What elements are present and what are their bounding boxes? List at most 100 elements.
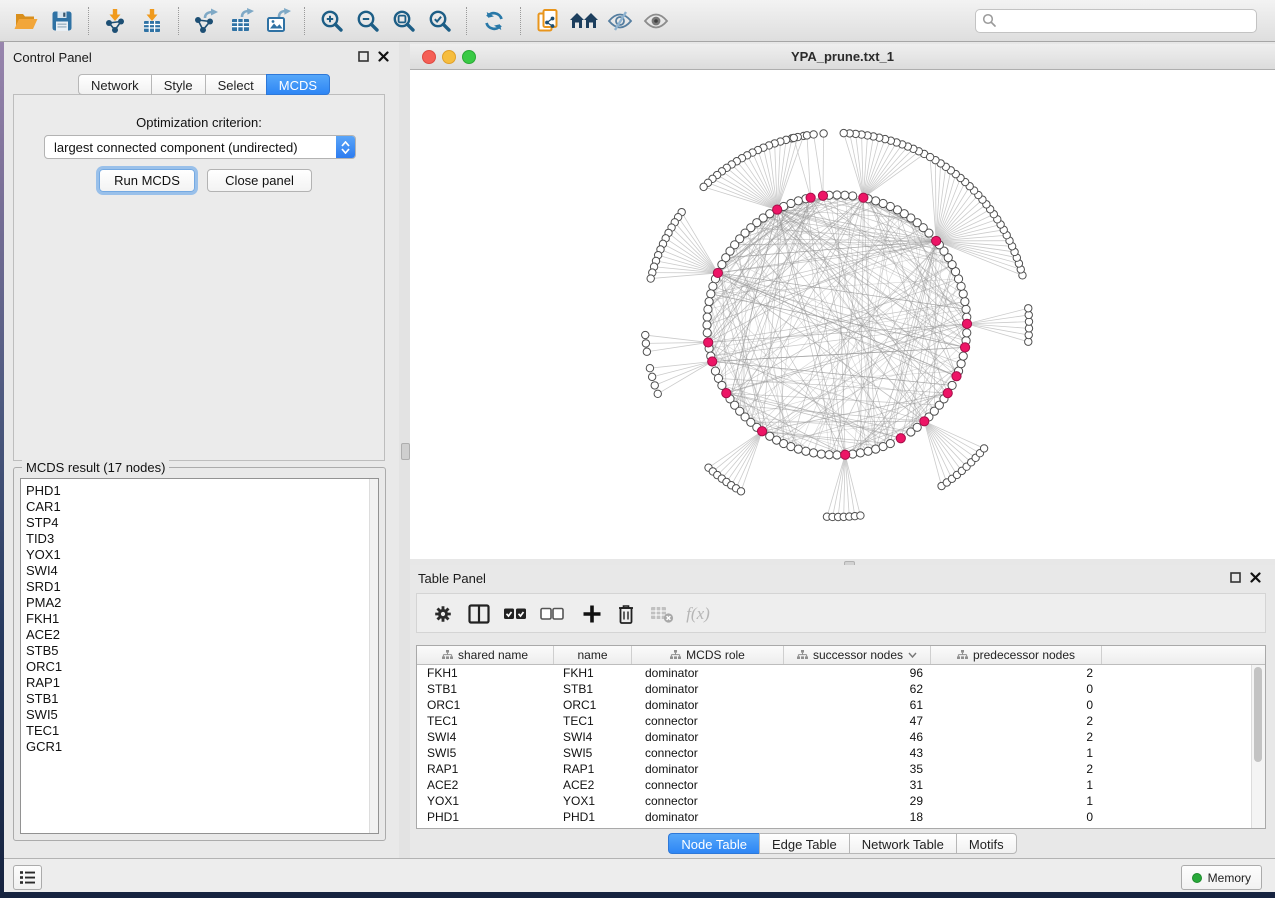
network-node[interactable] [642, 340, 649, 347]
table-row[interactable]: PHD1PHD1dominator180 [417, 809, 1265, 825]
network-hub-node[interactable] [704, 338, 713, 347]
minimize-window-icon[interactable] [442, 50, 456, 64]
network-node[interactable] [980, 445, 987, 452]
zoom-out-icon[interactable] [352, 5, 384, 37]
network-node[interactable] [704, 305, 712, 313]
network-node[interactable] [857, 512, 864, 519]
list-item[interactable]: ACE2 [21, 627, 378, 643]
network-hub-node[interactable] [952, 372, 961, 381]
network-node[interactable] [651, 382, 658, 389]
network-node[interactable] [810, 131, 817, 138]
search-field[interactable] [975, 9, 1257, 33]
maximize-window-icon[interactable] [462, 50, 476, 64]
tab-node-table[interactable]: Node Table [668, 833, 759, 854]
show-columns-icon[interactable] [466, 601, 492, 627]
network-node[interactable] [840, 129, 847, 136]
export-table-icon[interactable] [226, 5, 258, 37]
column-header-successor-nodes[interactable]: successor nodes [784, 646, 931, 664]
list-item[interactable]: TID3 [21, 531, 378, 547]
tab-network-table[interactable]: Network Table [849, 833, 956, 854]
network-hub-node[interactable] [773, 205, 782, 214]
network-node[interactable] [709, 282, 717, 290]
network-node[interactable] [700, 183, 707, 190]
network-canvas[interactable] [410, 70, 1275, 559]
splitter-handle[interactable] [401, 443, 410, 460]
network-node[interactable] [737, 488, 744, 495]
network-hub-node[interactable] [841, 450, 850, 459]
network-node[interactable] [794, 445, 802, 453]
list-item[interactable]: GCR1 [21, 739, 378, 755]
list-item[interactable]: RAP1 [21, 675, 378, 691]
list-item[interactable]: STB1 [21, 691, 378, 707]
optimization-criterion-select[interactable]: largest connected component (undirected) [44, 135, 356, 159]
network-node[interactable] [809, 449, 817, 457]
list-item[interactable]: SWI4 [21, 563, 378, 579]
network-window-titlebar[interactable]: YPA_prune.txt_1 [410, 44, 1275, 70]
refresh-icon[interactable] [478, 5, 510, 37]
table-row[interactable]: SWI4SWI4dominator462 [417, 729, 1265, 745]
vertical-splitter[interactable] [399, 42, 410, 858]
float-panel-icon[interactable] [1230, 572, 1241, 583]
network-node[interactable] [886, 439, 894, 447]
network-hub-node[interactable] [896, 434, 905, 443]
export-image-icon[interactable] [262, 5, 294, 37]
tab-edge-table[interactable]: Edge Table [759, 833, 849, 854]
zoom-fit-icon[interactable] [388, 5, 420, 37]
network-node[interactable] [647, 275, 654, 282]
task-history-button[interactable] [13, 865, 42, 890]
network-node[interactable] [820, 130, 827, 137]
close-window-icon[interactable] [422, 50, 436, 64]
tab-motifs[interactable]: Motifs [956, 833, 1017, 854]
list-item[interactable]: FKH1 [21, 611, 378, 627]
network-node[interactable] [962, 305, 970, 313]
network-node[interactable] [646, 364, 653, 371]
memory-button[interactable]: Memory [1181, 865, 1262, 890]
network-node[interactable] [703, 321, 711, 329]
network-node[interactable] [913, 423, 921, 431]
network-node[interactable] [872, 197, 880, 205]
tab-style[interactable]: Style [151, 74, 205, 95]
network-hub-node[interactable] [962, 319, 971, 328]
network-node[interactable] [841, 191, 849, 199]
gear-icon[interactable] [430, 601, 456, 627]
network-node[interactable] [959, 290, 967, 298]
network-hub-node[interactable] [932, 236, 941, 245]
network-node[interactable] [961, 297, 969, 305]
network-hub-node[interactable] [713, 268, 722, 277]
deselect-all-icon[interactable] [539, 601, 565, 627]
scrollbar-thumb[interactable] [1254, 667, 1262, 762]
network-node[interactable] [963, 329, 971, 337]
table-scrollbar[interactable] [1251, 665, 1265, 828]
open-session-icon[interactable] [10, 5, 42, 37]
network-node[interactable] [833, 191, 841, 199]
list-item[interactable]: YOX1 [21, 547, 378, 563]
list-scrollbar[interactable] [369, 479, 378, 833]
column-header-name[interactable]: name [554, 646, 632, 664]
houses-icon[interactable] [568, 5, 600, 37]
eye-slash-icon[interactable] [604, 5, 636, 37]
table-row[interactable]: TEC1TEC1connector472 [417, 713, 1265, 729]
network-hub-node[interactable] [960, 343, 969, 352]
network-node[interactable] [643, 348, 650, 355]
table-row[interactable]: ACE2ACE2connector311 [417, 777, 1265, 793]
network-hub-node[interactable] [818, 191, 827, 200]
network-hub-node[interactable] [757, 427, 766, 436]
table-row[interactable]: RAP1RAP1dominator352 [417, 761, 1265, 777]
float-panel-icon[interactable] [358, 51, 369, 62]
export-network-icon[interactable] [190, 5, 222, 37]
network-node[interactable] [825, 451, 833, 459]
zoom-selected-icon[interactable] [424, 5, 456, 37]
table-row[interactable]: ORC1ORC1dominator610 [417, 697, 1265, 713]
table-row[interactable]: YOX1YOX1connector291 [417, 793, 1265, 809]
table-row[interactable]: STB1STB1dominator620 [417, 681, 1265, 697]
network-hub-node[interactable] [920, 417, 929, 426]
network-hub-node[interactable] [859, 193, 868, 202]
network-node[interactable] [849, 192, 857, 200]
list-item[interactable]: ORC1 [21, 659, 378, 675]
delete-table-icon[interactable] [649, 601, 675, 627]
search-input[interactable] [997, 13, 1250, 29]
network-node[interactable] [1025, 305, 1032, 312]
network-node[interactable] [833, 451, 841, 459]
tab-select[interactable]: Select [205, 74, 266, 95]
network-node[interactable] [654, 390, 661, 397]
